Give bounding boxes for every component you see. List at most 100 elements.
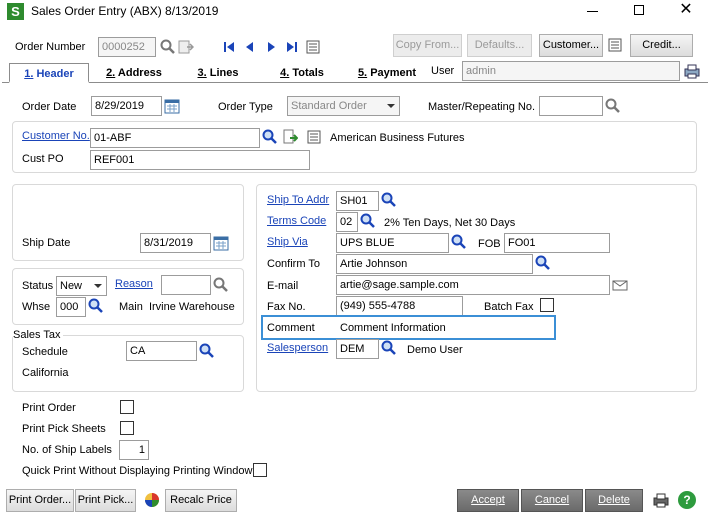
fob-field[interactable]: FO01 <box>504 233 610 253</box>
close-icon[interactable]: ✕ <box>679 1 693 19</box>
master-repeating-field[interactable] <box>539 96 603 116</box>
print-order-button[interactable]: Print Order... <box>6 489 74 512</box>
ship-via-link[interactable]: Ship Via <box>267 236 308 249</box>
lookup-icon[interactable] <box>381 192 397 208</box>
lookup-icon[interactable] <box>160 39 176 55</box>
memo-icon[interactable] <box>607 37 623 53</box>
salesperson-field[interactable]: DEM <box>336 339 379 359</box>
tab-totals[interactable]: 4. Totals <box>280 63 324 83</box>
whse-field[interactable]: 000 <box>56 297 86 317</box>
schedule-label: Schedule <box>22 346 68 358</box>
cust-po-field[interactable]: REF001 <box>90 150 310 170</box>
tab-label: Lines <box>209 67 239 79</box>
last-record-icon[interactable] <box>284 39 300 55</box>
tab-number: 5. <box>357 67 368 79</box>
delete-button[interactable]: Delete <box>585 489 643 512</box>
print-order-label: Print Order <box>22 402 76 414</box>
accept-button[interactable]: Accept <box>457 489 519 512</box>
app-icon: S <box>7 3 24 20</box>
color-wheel-icon[interactable] <box>144 492 160 508</box>
lookup-icon[interactable] <box>451 234 467 250</box>
lookup-icon[interactable] <box>535 255 551 271</box>
user-label: User <box>431 65 455 77</box>
ship-to-addr-link[interactable]: Ship To Addr <box>267 194 329 207</box>
printer-icon[interactable] <box>652 492 670 508</box>
memo-icon[interactable] <box>306 129 322 145</box>
lookup-icon[interactable] <box>213 277 229 293</box>
salesperson-link[interactable]: Salesperson <box>267 342 328 355</box>
credit-button[interactable]: Credit... <box>630 34 693 57</box>
chevron-down-icon <box>387 104 395 108</box>
schedule-field[interactable]: CA <box>126 341 197 361</box>
defaults-button[interactable]: Defaults... <box>467 34 532 57</box>
help-icon[interactable]: ? <box>678 491 696 509</box>
tab-address[interactable]: 2. Address <box>104 63 164 83</box>
envelope-icon[interactable] <box>612 277 628 293</box>
confirm-to-label: Confirm To <box>267 258 320 270</box>
order-date-field[interactable]: 8/29/2019 <box>91 96 162 116</box>
ship-to-addr-field[interactable]: SH01 <box>336 191 379 211</box>
calendar-icon[interactable] <box>213 235 229 251</box>
ship-via-field[interactable]: UPS BLUE <box>336 233 449 253</box>
next-record-icon[interactable] <box>263 39 279 55</box>
title-bar: S Sales Order Entry (ABX) 8/13/2019 ✕ <box>0 0 710 24</box>
cancel-button[interactable]: Cancel <box>521 489 583 512</box>
tab-number: 1. <box>24 68 34 80</box>
batch-fax-label: Batch Fax <box>484 301 534 313</box>
schedule-description: California <box>22 367 69 379</box>
quick-print-label: Quick Print Without Displaying Printing … <box>22 465 253 477</box>
lookup-icon[interactable] <box>381 340 397 356</box>
fax-field[interactable]: (949) 555-4788 <box>336 296 463 316</box>
list-icon[interactable] <box>305 39 321 55</box>
batch-fax-checkbox[interactable] <box>540 298 554 312</box>
comment-field[interactable]: Comment Information <box>336 318 552 338</box>
print-order-checkbox[interactable] <box>120 400 134 414</box>
ship-labels-label: No. of Ship Labels <box>22 444 112 456</box>
copy-from-button[interactable]: Copy From... <box>393 34 462 57</box>
reason-field[interactable] <box>161 275 211 295</box>
ship-labels-field[interactable]: 1 <box>119 440 149 460</box>
status-label: Status <box>22 280 54 292</box>
lookup-icon[interactable] <box>605 98 621 114</box>
order-type-label: Order Type <box>218 101 273 113</box>
quick-print-checkbox[interactable] <box>253 463 267 477</box>
terms-code-field[interactable]: 02 <box>336 212 358 232</box>
status-select[interactable]: New <box>56 276 107 296</box>
cust-po-label: Cust PO <box>22 153 64 165</box>
tab-header[interactable]: 1. Header <box>9 63 89 83</box>
print-pick-checkbox[interactable] <box>120 421 134 435</box>
status-value: New <box>60 280 83 292</box>
fob-label: FOB <box>478 238 501 250</box>
lookup-icon[interactable] <box>360 213 376 229</box>
minimize-icon[interactable] <box>587 11 598 12</box>
confirm-to-field[interactable]: Artie Johnson <box>336 254 533 274</box>
customer-button[interactable]: Customer... <box>539 34 603 57</box>
terms-code-link[interactable]: Terms Code <box>267 215 326 228</box>
email-field[interactable]: artie@sage.sample.com <box>336 275 610 295</box>
lookup-icon[interactable] <box>88 298 104 314</box>
window-title: Sales Order Entry (ABX) 8/13/2019 <box>31 4 219 18</box>
calendar-icon[interactable] <box>164 98 180 114</box>
order-number-field[interactable]: 0000252 <box>98 37 156 57</box>
tab-payment[interactable]: 5. Payment <box>356 63 418 83</box>
lookup-icon[interactable] <box>199 343 215 359</box>
print-pick-button[interactable]: Print Pick... <box>75 489 136 512</box>
master-repeating-label: Master/Repeating No. <box>428 101 535 113</box>
ship-date-field[interactable]: 8/31/2019 <box>140 233 211 253</box>
lookup-icon[interactable] <box>262 129 278 145</box>
previous-record-icon[interactable] <box>242 39 258 55</box>
maximize-icon[interactable] <box>634 5 644 15</box>
order-type-select[interactable]: Standard Order <box>287 96 400 116</box>
customer-no-link[interactable]: Customer No. <box>22 130 90 143</box>
recalc-price-button[interactable]: Recalc Price <box>165 489 237 512</box>
next-number-icon[interactable] <box>178 39 194 55</box>
tab-number: 3. <box>197 67 207 79</box>
customer-no-field[interactable]: 01-ABF <box>90 128 260 148</box>
whse-label: Whse <box>22 301 51 313</box>
tab-label: Totals <box>292 67 324 79</box>
tab-lines[interactable]: 3. Lines <box>196 63 240 83</box>
reason-link[interactable]: Reason <box>115 278 153 291</box>
customer-maintenance-icon[interactable] <box>282 129 298 145</box>
printer-settings-icon[interactable] <box>683 63 701 79</box>
first-record-icon[interactable] <box>221 39 237 55</box>
